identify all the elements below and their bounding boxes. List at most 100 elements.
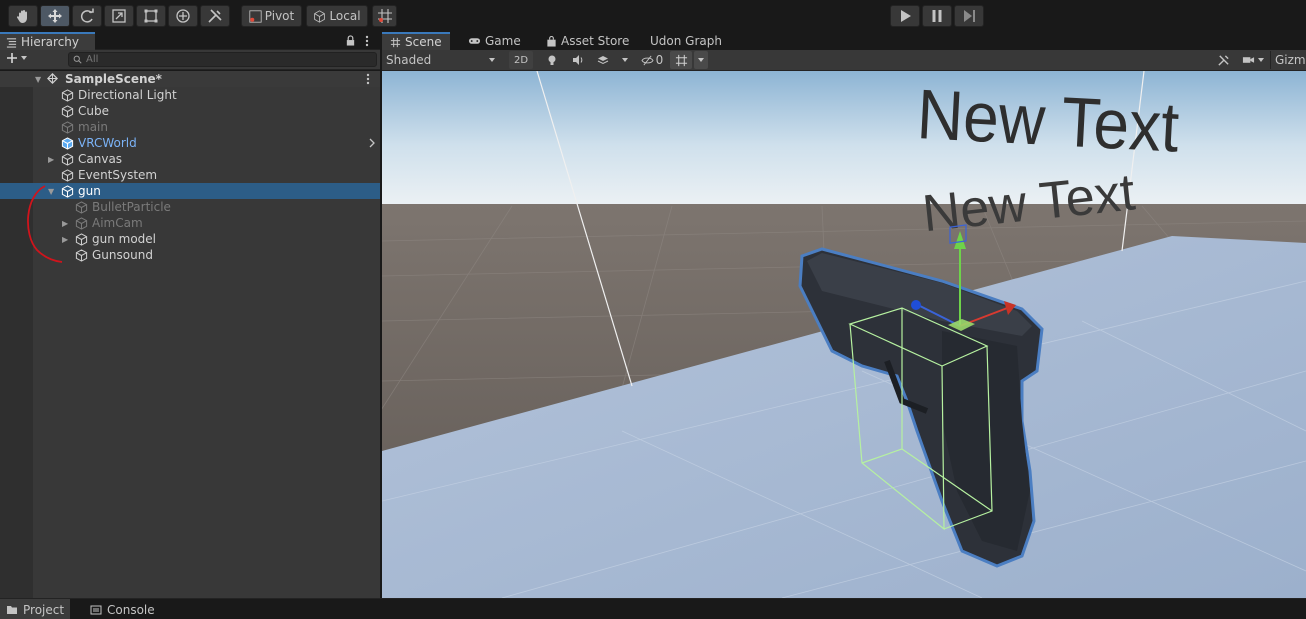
folder-icon xyxy=(7,605,17,614)
lighting-toggle[interactable] xyxy=(543,51,561,69)
gizmos-label: Gizmos xyxy=(1275,53,1306,67)
unity-scene-icon xyxy=(47,73,58,84)
pivot-toggle[interactable]: Pivot xyxy=(241,5,302,27)
red-annotation-bracket xyxy=(27,185,63,263)
main-toolbar: Pivot Local xyxy=(0,0,1306,32)
play-button[interactable] xyxy=(890,5,920,27)
hierarchy-item-label: Cube xyxy=(78,104,109,118)
chevron-down-icon xyxy=(489,58,495,62)
hierarchy-tab-bar: Hierarchy xyxy=(0,32,380,50)
hand-tool-button[interactable] xyxy=(8,5,38,27)
audio-toggle[interactable] xyxy=(569,51,587,69)
tab-asset-store[interactable]: Asset Store xyxy=(538,32,637,50)
gameobject-cube-icon xyxy=(61,152,74,166)
hierarchy-toolbar: All xyxy=(0,50,380,70)
tab-udon-graph[interactable]: Udon Graph xyxy=(642,32,730,50)
camera-settings-dropdown[interactable] xyxy=(1240,51,1266,69)
hierarchy-item[interactable]: VRCWorld xyxy=(0,135,380,151)
hierarchy-tree: ▼ SampleScene* Directional Light Cube main… xyxy=(0,71,380,598)
hash-icon xyxy=(390,37,401,47)
grid-toggle[interactable] xyxy=(670,51,692,69)
local-cube-icon xyxy=(314,9,326,23)
rect-tool-icon xyxy=(144,9,158,23)
create-dropdown[interactable] xyxy=(6,52,28,64)
gameobject-cube-icon xyxy=(61,104,74,118)
grid-dropdown[interactable] xyxy=(694,51,708,69)
tab-label: Project xyxy=(23,602,65,617)
custom-tool-icon xyxy=(208,9,222,23)
shading-mode-dropdown[interactable]: Shaded xyxy=(384,51,502,69)
effects-dropdown[interactable] xyxy=(619,51,631,69)
local-label: Local xyxy=(329,9,361,23)
gameobject-cube-icon xyxy=(75,216,88,230)
scene-render[interactable]: New Text New Text xyxy=(382,71,1306,598)
hierarchy-item-label: Directional Light xyxy=(78,88,177,102)
hierarchy-search-input[interactable]: All xyxy=(68,52,377,67)
scene-name: SampleScene* xyxy=(65,72,162,86)
custom-tool-button[interactable] xyxy=(200,5,230,27)
foldout-arrow[interactable]: ▶ xyxy=(48,155,54,164)
tab-project[interactable]: Project xyxy=(0,599,71,619)
hierarchy-item-label: gun xyxy=(78,184,101,198)
z-axis-handle-icon[interactable] xyxy=(911,300,921,310)
2d-mode-toggle[interactable]: 2D xyxy=(509,51,533,69)
hierarchy-item[interactable]: EventSystem xyxy=(0,167,380,183)
tab-console[interactable]: Console xyxy=(84,599,161,619)
rect-tool-button[interactable] xyxy=(136,5,166,27)
hierarchy-item[interactable]: Cube xyxy=(0,103,380,119)
scene-visibility-toggle[interactable]: 0 xyxy=(638,51,666,69)
rotate-tool-button[interactable] xyxy=(72,5,102,27)
chevron-down-icon xyxy=(21,56,27,60)
tab-hierarchy[interactable]: Hierarchy xyxy=(0,32,95,50)
hierarchy-item-label: EventSystem xyxy=(78,168,158,182)
scene-viewport[interactable]: New Text New Text xyxy=(382,71,1306,598)
hierarchy-item-label: Gunsound xyxy=(92,248,153,262)
hierarchy-item-label: Canvas xyxy=(78,152,123,166)
effects-layers-icon xyxy=(597,56,609,65)
scene-header-row[interactable]: ▼ SampleScene* xyxy=(0,71,380,87)
plus-icon xyxy=(7,53,17,63)
move-tool-button[interactable] xyxy=(40,5,70,27)
hierarchy-item[interactable]: ▶ Canvas xyxy=(0,151,380,167)
step-button[interactable] xyxy=(954,5,984,27)
tools-overlay-button[interactable] xyxy=(1214,51,1232,69)
kebab-menu-icon[interactable] xyxy=(365,35,369,47)
scale-tool-button[interactable] xyxy=(104,5,134,27)
grid-snap-button[interactable] xyxy=(372,5,397,27)
gameobject-cube-icon xyxy=(61,168,74,182)
speaker-icon xyxy=(573,55,583,65)
hierarchy-item-label: VRCWorld xyxy=(78,136,137,150)
hierarchy-item[interactable]: Directional Light xyxy=(0,87,380,103)
hierarchy-item-label: main xyxy=(78,120,108,134)
tab-label: Asset Store xyxy=(561,34,630,48)
tab-scene[interactable]: Scene xyxy=(382,32,450,50)
new-text-object[interactable]: New Text xyxy=(915,75,1181,167)
chevron-down-icon xyxy=(698,58,704,62)
gizmos-dropdown[interactable]: Gizmos xyxy=(1270,51,1306,69)
hierarchy-item[interactable]: main xyxy=(0,119,380,135)
2d-mode-label: 2D xyxy=(513,54,529,66)
list-icon xyxy=(6,37,17,48)
lock-icon[interactable] xyxy=(345,35,356,46)
local-toggle[interactable]: Local xyxy=(306,5,368,27)
tab-game[interactable]: Game xyxy=(460,32,529,50)
chevron-right-icon[interactable] xyxy=(368,138,376,148)
hidden-count: 0 xyxy=(655,53,664,67)
pivot-label: Pivot xyxy=(264,9,295,23)
scale-icon xyxy=(112,9,126,23)
tab-label: Udon Graph xyxy=(650,34,722,48)
kebab-menu-icon[interactable] xyxy=(366,73,370,85)
transform-tool-button[interactable] xyxy=(168,5,198,27)
scene-foldout-arrow[interactable]: ▼ xyxy=(35,75,41,84)
bottom-tab-bar: Project Console xyxy=(0,598,1306,619)
gameobject-cube-icon xyxy=(61,88,74,102)
gameobject-cube-icon xyxy=(75,248,88,262)
chevron-down-icon xyxy=(1257,58,1264,62)
pause-button[interactable] xyxy=(922,5,952,27)
effects-toggle[interactable] xyxy=(594,51,612,69)
hand-icon xyxy=(16,10,27,23)
gameobject-cube-icon xyxy=(61,120,74,134)
console-icon xyxy=(90,605,102,614)
chevron-down-icon xyxy=(622,58,628,62)
play-icon xyxy=(901,10,911,22)
